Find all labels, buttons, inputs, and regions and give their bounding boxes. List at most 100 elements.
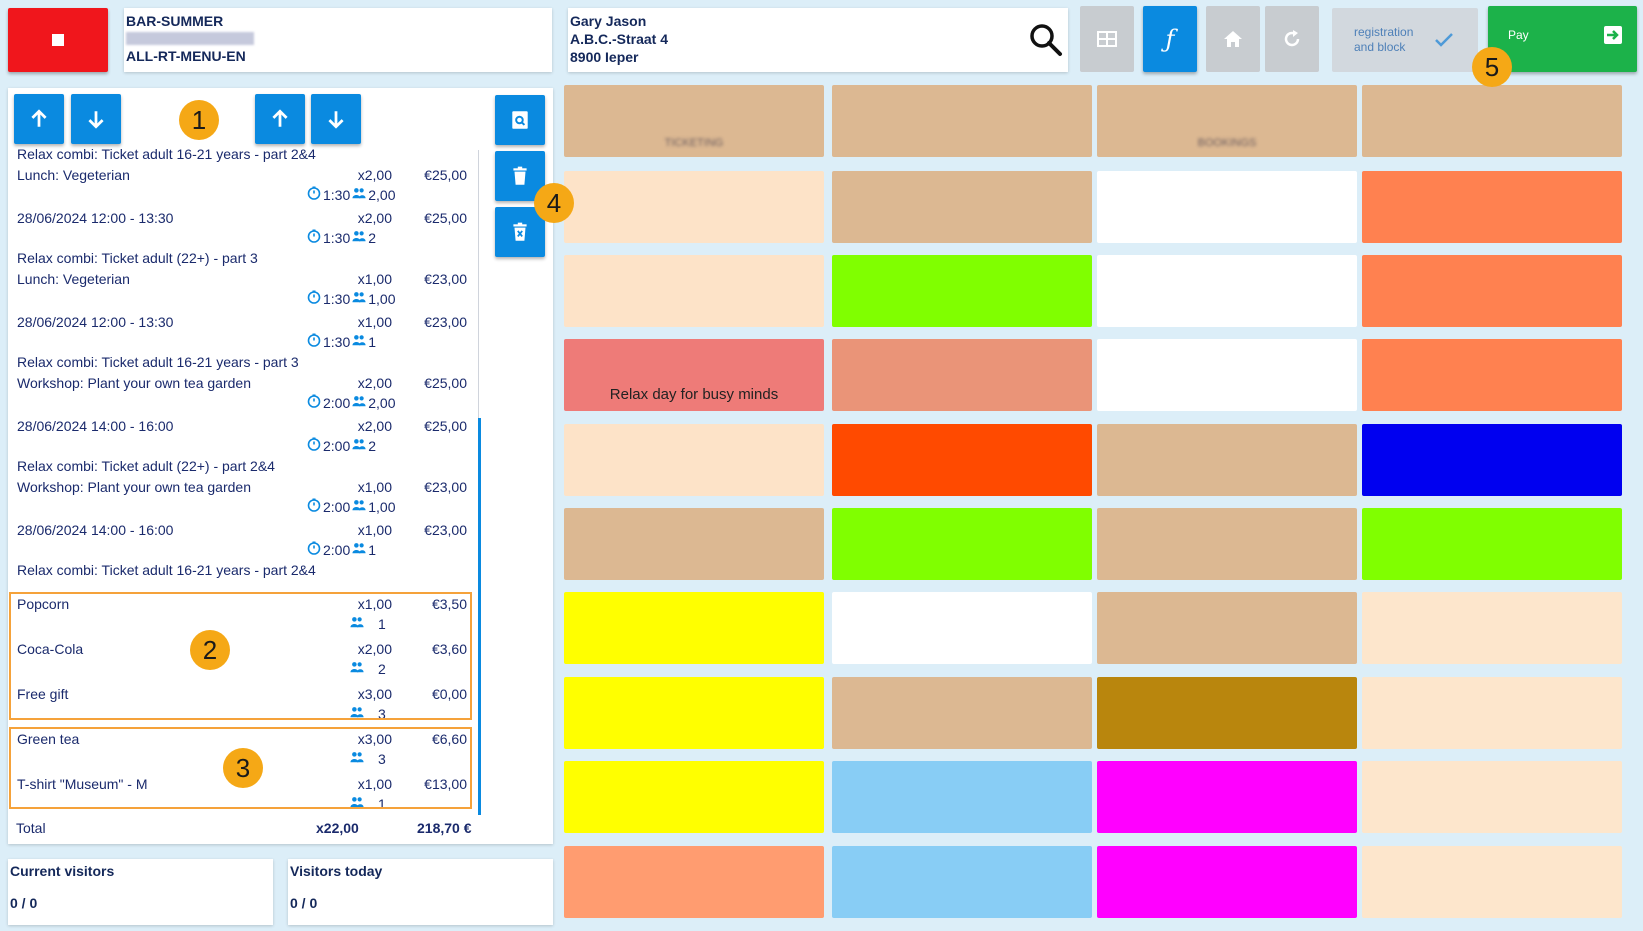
customer-panel[interactable]: Gary Jason A.B.C.-Straat 4 8900 Ieper	[568, 8, 1068, 72]
product-tile[interactable]	[832, 508, 1092, 580]
order-line-price: €25,00	[424, 375, 467, 391]
product-tile[interactable]	[832, 255, 1092, 327]
product-tile[interactable]	[1362, 677, 1622, 749]
line-time: 1:30	[323, 186, 351, 203]
group-2-outline	[9, 592, 472, 720]
product-tile[interactable]: TICKETING	[564, 85, 824, 157]
line-persons: 2,00	[368, 186, 396, 203]
line-persons: 2	[368, 437, 377, 454]
line-time: 2:00	[323, 541, 351, 558]
product-tile[interactable]	[832, 339, 1092, 411]
line-persons: 1	[368, 333, 377, 350]
product-tile[interactable]: Relax day for busy minds	[564, 339, 824, 411]
persons-icon	[352, 290, 366, 307]
total-amount: 218,70 €	[417, 820, 472, 836]
line-time: 2:00	[323, 498, 351, 515]
order-line-label: 28/06/2024 14:00 - 16:00	[17, 522, 174, 538]
product-tile[interactable]	[832, 592, 1092, 664]
current-visitors-value: 0 / 0	[10, 895, 38, 911]
stop-button[interactable]	[8, 8, 108, 72]
line-time: 1:30	[323, 290, 351, 307]
move-line-up-button[interactable]	[255, 94, 305, 144]
table-view-button[interactable]	[1080, 6, 1134, 72]
product-tile[interactable]	[832, 85, 1092, 157]
order-line-qty: x2,00	[357, 210, 392, 226]
order-line-price: €25,00	[424, 167, 467, 183]
scrollbar[interactable]	[478, 418, 481, 815]
document-search-icon	[512, 111, 528, 129]
product-tile[interactable]	[1097, 508, 1357, 580]
order-line-price: €25,00	[424, 418, 467, 434]
persons-icon	[352, 394, 366, 411]
product-tile[interactable]	[564, 846, 824, 918]
product-tile[interactable]	[1097, 592, 1357, 664]
order-line-price: €23,00	[424, 479, 467, 495]
product-tile[interactable]	[1362, 255, 1622, 327]
product-tile[interactable]: BOOKINGS	[1097, 85, 1357, 157]
product-tile[interactable]	[1362, 424, 1622, 496]
home-button[interactable]	[1206, 6, 1260, 72]
product-tile[interactable]	[1097, 255, 1357, 327]
order-line-label: Relax combi: Ticket adult 16-21 years - …	[17, 146, 316, 162]
product-tile[interactable]	[1362, 846, 1622, 918]
move-line-down-button[interactable]	[311, 94, 361, 144]
product-tile[interactable]	[832, 677, 1092, 749]
product-tile[interactable]	[1097, 846, 1357, 918]
product-tile[interactable]	[832, 846, 1092, 918]
current-visitors-panel: Current visitors 0 / 0	[8, 859, 273, 925]
product-tile[interactable]	[1362, 508, 1622, 580]
product-tile[interactable]	[564, 255, 824, 327]
line-persons: 1,00	[368, 290, 396, 307]
product-tile[interactable]	[1362, 339, 1622, 411]
product-tile[interactable]	[1362, 592, 1622, 664]
exit-arrow-icon	[1604, 26, 1622, 44]
refresh-button[interactable]	[1265, 6, 1319, 72]
line-time: 2:00	[323, 394, 351, 411]
function-button[interactable]: ƒ	[1143, 6, 1197, 72]
clock-icon	[307, 290, 321, 307]
product-tile[interactable]	[564, 592, 824, 664]
product-tile[interactable]	[832, 171, 1092, 243]
product-tile[interactable]	[832, 761, 1092, 833]
product-tile[interactable]	[1097, 424, 1357, 496]
order-line-label: Workshop: Plant your own tea garden	[17, 479, 251, 495]
product-tile[interactable]	[1362, 85, 1622, 157]
grid-icon	[1097, 31, 1117, 47]
product-tile[interactable]	[564, 424, 824, 496]
product-tile[interactable]	[1097, 171, 1357, 243]
product-tile[interactable]	[564, 508, 824, 580]
product-tile[interactable]	[832, 424, 1092, 496]
product-tile[interactable]	[1362, 761, 1622, 833]
product-tile[interactable]	[1097, 761, 1357, 833]
product-tile-label: BOOKINGS	[1197, 137, 1257, 149]
order-line-qty: x2,00	[357, 375, 392, 391]
visitors-today-value: 0 / 0	[290, 895, 318, 911]
persons-icon	[352, 437, 366, 454]
visitors-today-label: Visitors today	[290, 863, 383, 879]
refresh-icon	[1284, 30, 1300, 47]
product-tile[interactable]	[564, 171, 824, 243]
product-tile[interactable]	[1097, 677, 1357, 749]
product-tile[interactable]	[1097, 339, 1357, 411]
details-button[interactable]	[495, 95, 545, 145]
registration-block-button[interactable]: registration and block	[1332, 8, 1478, 72]
stop-icon	[52, 34, 64, 46]
order-line-label: Workshop: Plant your own tea garden	[17, 375, 251, 391]
badge-2: 2	[190, 630, 230, 670]
order-line-qty: x1,00	[357, 271, 392, 287]
search-icon[interactable]	[1028, 22, 1064, 58]
clock-icon	[307, 498, 321, 515]
persons-icon	[352, 498, 366, 515]
product-tile[interactable]	[1362, 171, 1622, 243]
product-tile[interactable]	[564, 761, 824, 833]
scroll-down-button[interactable]	[71, 94, 121, 144]
scroll-up-button[interactable]	[14, 94, 64, 144]
session-title: BAR-SUMMER	[126, 13, 224, 29]
order-line-meta: 2:00 1,00	[307, 498, 396, 515]
session-menu: ALL-RT-MENU-EN	[126, 48, 246, 64]
order-line-meta: 1:30 2	[307, 229, 376, 246]
product-tile-label: TICKETING	[664, 137, 724, 149]
clock-icon	[307, 186, 321, 203]
badge-5: 5	[1472, 47, 1512, 87]
product-tile[interactable]	[564, 677, 824, 749]
